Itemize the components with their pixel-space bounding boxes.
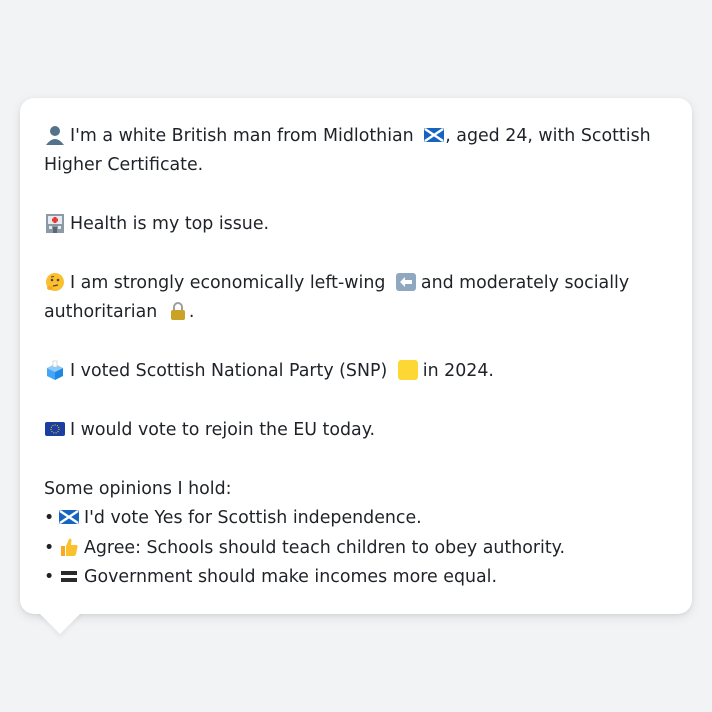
intro-paragraph: I'm a white British man from Midlothian … bbox=[44, 122, 668, 181]
economics-paragraph: I am strongly economically left-wing and… bbox=[44, 269, 668, 328]
opinion-item: • Agree: Schools should teach children t… bbox=[44, 534, 668, 563]
bullet: • bbox=[44, 537, 55, 558]
left-arrow-icon bbox=[395, 273, 416, 291]
vote-text-1: I voted Scottish National Party (SNP) bbox=[70, 361, 388, 382]
thumbs-up-icon bbox=[61, 538, 78, 556]
health-paragraph: Health is my top issue. bbox=[44, 210, 668, 239]
health-text: Health is my top issue. bbox=[70, 214, 270, 235]
economics-text-1: I am strongly economically left-wing bbox=[70, 273, 386, 293]
ballot-box-icon bbox=[47, 360, 63, 381]
opinion-item: • Government should make incomes more eq… bbox=[44, 563, 668, 592]
scotland-flag-icon bbox=[424, 128, 445, 142]
opinion-text: I'd vote Yes for Scottish independence. bbox=[84, 508, 422, 529]
eu-flag-icon bbox=[45, 422, 65, 436]
hospital-icon bbox=[46, 214, 64, 234]
economics-tail: . bbox=[188, 302, 195, 323]
opinion-text: Agree: Schools should teach children to … bbox=[84, 537, 566, 558]
opinion-text: Government should make incomes more equa… bbox=[84, 567, 498, 588]
bullet: • bbox=[44, 567, 55, 588]
vote-paragraph: I voted Scottish National Party (SNP) in… bbox=[44, 357, 668, 386]
opinions-heading: Some opinions I hold: bbox=[44, 478, 232, 499]
scotland-flag-icon bbox=[59, 510, 79, 525]
bubble-tail bbox=[38, 612, 82, 634]
equals-icon bbox=[61, 571, 77, 583]
vote-text-2: in 2024. bbox=[422, 361, 494, 382]
lock-icon bbox=[170, 302, 185, 321]
message-bubble: I'm a white British man from Midlothian … bbox=[20, 98, 692, 614]
opinion-item: • I'd vote Yes for Scottish independence… bbox=[44, 504, 668, 533]
thinking-face-icon bbox=[46, 273, 64, 291]
eu-paragraph: I would vote to rejoin the EU today. bbox=[44, 416, 668, 445]
intro-text: I'm a white British man from Midlothian bbox=[70, 126, 414, 146]
bullet: • bbox=[44, 508, 55, 529]
eu-text: I would vote to rejoin the EU today. bbox=[70, 420, 376, 440]
person-icon bbox=[46, 126, 64, 145]
yellow-square-icon bbox=[397, 360, 418, 381]
